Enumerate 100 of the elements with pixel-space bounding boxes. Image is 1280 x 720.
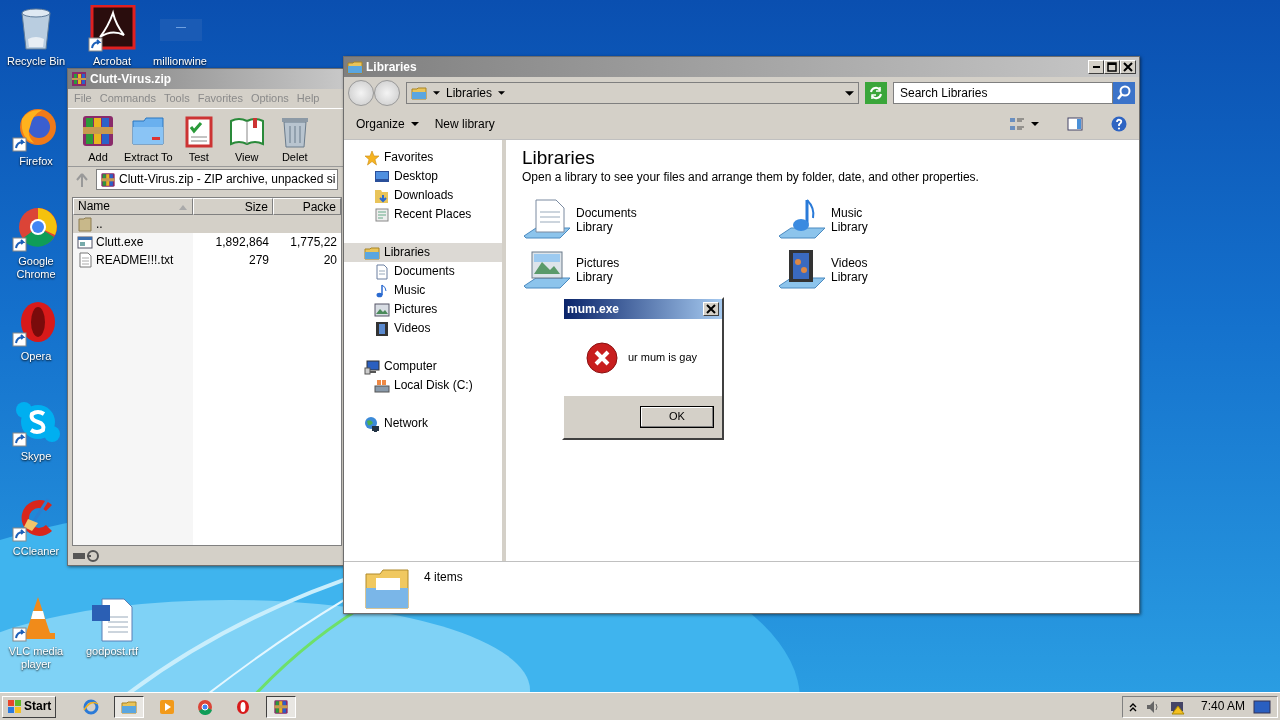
refresh-button[interactable] bbox=[865, 82, 887, 104]
minimize-icon bbox=[1092, 66, 1100, 68]
library-item[interactable]: Pictures Library bbox=[522, 248, 777, 293]
file-name[interactable]: .. bbox=[96, 216, 103, 232]
file-name[interactable]: README!!!.txt bbox=[96, 252, 174, 268]
item-count: 4 items bbox=[424, 570, 463, 585]
close-button[interactable] bbox=[703, 302, 719, 316]
circle-logo-icon bbox=[197, 698, 214, 715]
toolbar-button[interactable]: Delet bbox=[272, 113, 317, 163]
close-icon bbox=[706, 304, 716, 314]
address-bar[interactable]: Libraries bbox=[406, 82, 859, 104]
archive-app-icon bbox=[71, 71, 87, 87]
disk-icon bbox=[374, 377, 390, 394]
error-icon bbox=[586, 341, 618, 374]
nav-item[interactable]: Network bbox=[344, 414, 502, 433]
ok-button[interactable]: OK bbox=[640, 406, 714, 428]
nav-item[interactable]: Downloads bbox=[344, 186, 502, 205]
program-icon bbox=[77, 234, 93, 251]
packed-size: 20 bbox=[323, 252, 337, 267]
list-view-icon bbox=[1009, 116, 1025, 132]
window-title: Clutt-Virus.zip bbox=[90, 71, 172, 87]
folder-icon bbox=[77, 216, 93, 233]
library-type: Library bbox=[831, 270, 868, 285]
caret-icon bbox=[498, 91, 506, 95]
nav-item[interactable]: Videos bbox=[344, 319, 502, 338]
circle-logo-icon bbox=[12, 205, 60, 253]
library-name: Videos bbox=[831, 256, 868, 271]
windows-logo-icon bbox=[7, 699, 22, 714]
folder-icon bbox=[364, 566, 410, 610]
nav-item[interactable]: Local Disk (C:) bbox=[344, 376, 502, 395]
content-heading: Libraries bbox=[522, 146, 596, 170]
nav-item[interactable]: Libraries bbox=[344, 243, 502, 262]
start-button[interactable]: Start bbox=[2, 695, 57, 718]
library-item[interactable]: Documents Library bbox=[522, 198, 777, 243]
archive-icon bbox=[273, 698, 290, 715]
desktop-icon-label[interactable]: Google Chrome bbox=[6, 255, 66, 281]
star-icon bbox=[364, 149, 380, 166]
close-button[interactable] bbox=[1120, 60, 1136, 74]
library-item[interactable]: Videos Library bbox=[777, 248, 1032, 293]
library-name: Pictures bbox=[576, 256, 620, 271]
column-header[interactable]: Packe bbox=[273, 198, 341, 216]
monitor-icon bbox=[374, 168, 390, 185]
toolbar-button[interactable]: Extract To bbox=[124, 113, 173, 163]
ring-logo-icon bbox=[235, 698, 252, 715]
network-icon bbox=[364, 415, 380, 432]
desktop-icon-label[interactable]: millionwine bbox=[153, 55, 207, 68]
download-folder-icon bbox=[374, 187, 390, 204]
column-header[interactable]: Name bbox=[73, 198, 193, 216]
dialog-message: ur mum is gay bbox=[628, 350, 698, 365]
minimize-button[interactable] bbox=[1088, 60, 1104, 74]
library-name: Music bbox=[831, 206, 864, 221]
taskbar-button[interactable] bbox=[266, 695, 297, 718]
refresh-icon bbox=[867, 84, 885, 102]
folder-icon bbox=[347, 59, 363, 75]
folder-icon bbox=[364, 244, 380, 261]
toolbar-button[interactable]: View bbox=[224, 113, 269, 163]
nav-item[interactable]: Computer bbox=[344, 357, 502, 376]
toolbar-button[interactable]: New library bbox=[428, 114, 501, 134]
nav-item[interactable]: Documents bbox=[344, 262, 502, 281]
breadcrumb[interactable]: Libraries bbox=[446, 85, 493, 101]
film-icon bbox=[374, 320, 390, 337]
up-arrow-icon bbox=[74, 171, 90, 188]
show-desktop-icon bbox=[1253, 698, 1271, 715]
nav-item[interactable]: Music bbox=[344, 281, 502, 300]
nav-item[interactable]: Recent Places bbox=[344, 205, 502, 224]
help-icon bbox=[1111, 116, 1127, 132]
nav-item[interactable]: Pictures bbox=[344, 300, 502, 319]
maximize-icon bbox=[1107, 62, 1117, 72]
pane-icon bbox=[1067, 116, 1083, 132]
column-header[interactable]: Size bbox=[193, 198, 273, 216]
browser-icon bbox=[83, 698, 100, 715]
content-description: Open a library to see your files and arrange them by folder, date, and other properties. bbox=[522, 170, 980, 185]
close-icon bbox=[1123, 62, 1133, 72]
toolbar-button[interactable]: Organize bbox=[350, 114, 425, 134]
dropdown-icon bbox=[845, 90, 854, 96]
text-file-icon bbox=[77, 252, 93, 269]
toolbar-button[interactable]: Test bbox=[176, 113, 221, 163]
nav-item[interactable]: Favorites bbox=[344, 148, 502, 167]
taskbar-button[interactable] bbox=[114, 695, 145, 718]
desktop-icon-label[interactable]: Firefox bbox=[19, 155, 53, 168]
cloud-icon bbox=[12, 400, 60, 448]
swirl-logo-icon bbox=[88, 5, 136, 53]
path-field[interactable]: Clutt-Virus.zip - ZIP archive, unpacked si bbox=[96, 169, 338, 191]
play-icon bbox=[159, 698, 176, 715]
library-item[interactable]: Music Library bbox=[777, 198, 1032, 243]
desktop-icon-label[interactable]: Acrobat bbox=[93, 55, 131, 68]
desktop-icon-label[interactable]: Recycle Bin bbox=[6, 55, 66, 68]
maximize-button[interactable] bbox=[1104, 60, 1120, 74]
computer-icon bbox=[364, 358, 380, 375]
desktop-icon-label[interactable]: Skype bbox=[20, 450, 52, 463]
search-field[interactable]: Search Libraries bbox=[893, 82, 1113, 104]
drive-key-icon bbox=[72, 548, 100, 563]
file-name[interactable]: Clutt.exe bbox=[96, 234, 144, 250]
recent-icon bbox=[374, 206, 390, 223]
desktop-icon-label[interactable]: Opera bbox=[20, 350, 52, 363]
search-button[interactable] bbox=[1113, 82, 1135, 104]
nav-item[interactable]: Desktop bbox=[344, 167, 502, 186]
packed-size: 1,775,22 bbox=[290, 234, 337, 249]
toolbar-button[interactable]: Add bbox=[76, 113, 120, 163]
window-title: Libraries bbox=[366, 59, 417, 75]
